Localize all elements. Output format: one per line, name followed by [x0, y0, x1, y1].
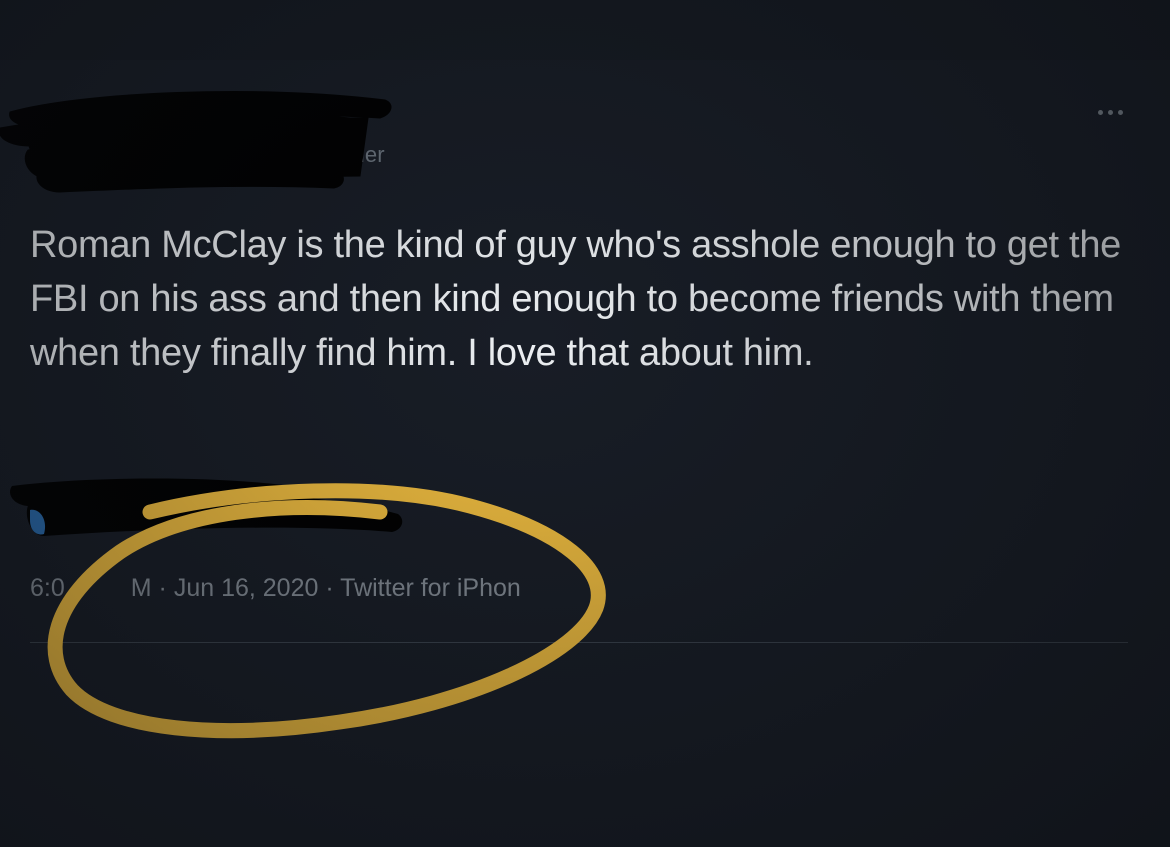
author-name-fragment: nner — [340, 142, 385, 167]
more-dot — [1107, 109, 1113, 115]
divider — [30, 642, 1128, 643]
more-dot — [1117, 109, 1123, 115]
more-dot — [1097, 109, 1103, 115]
more-horizontal-icon[interactable] — [1092, 104, 1128, 120]
tweet-time-end: M — [130, 574, 152, 602]
tweet-meta: 6:0 M · Jun 16, 2020 · Twitter for iPhon — [30, 574, 521, 603]
tweet-text: Roman McClay is the kind of guy who's as… — [30, 224, 1121, 374]
tweet-time-start: 6:0 — [30, 574, 65, 602]
tweet-date[interactable]: · Jun 16, 2020 · — [159, 574, 334, 602]
top-band — [0, 0, 1170, 60]
tweet-source[interactable]: Twitter for iPhon — [340, 574, 521, 602]
